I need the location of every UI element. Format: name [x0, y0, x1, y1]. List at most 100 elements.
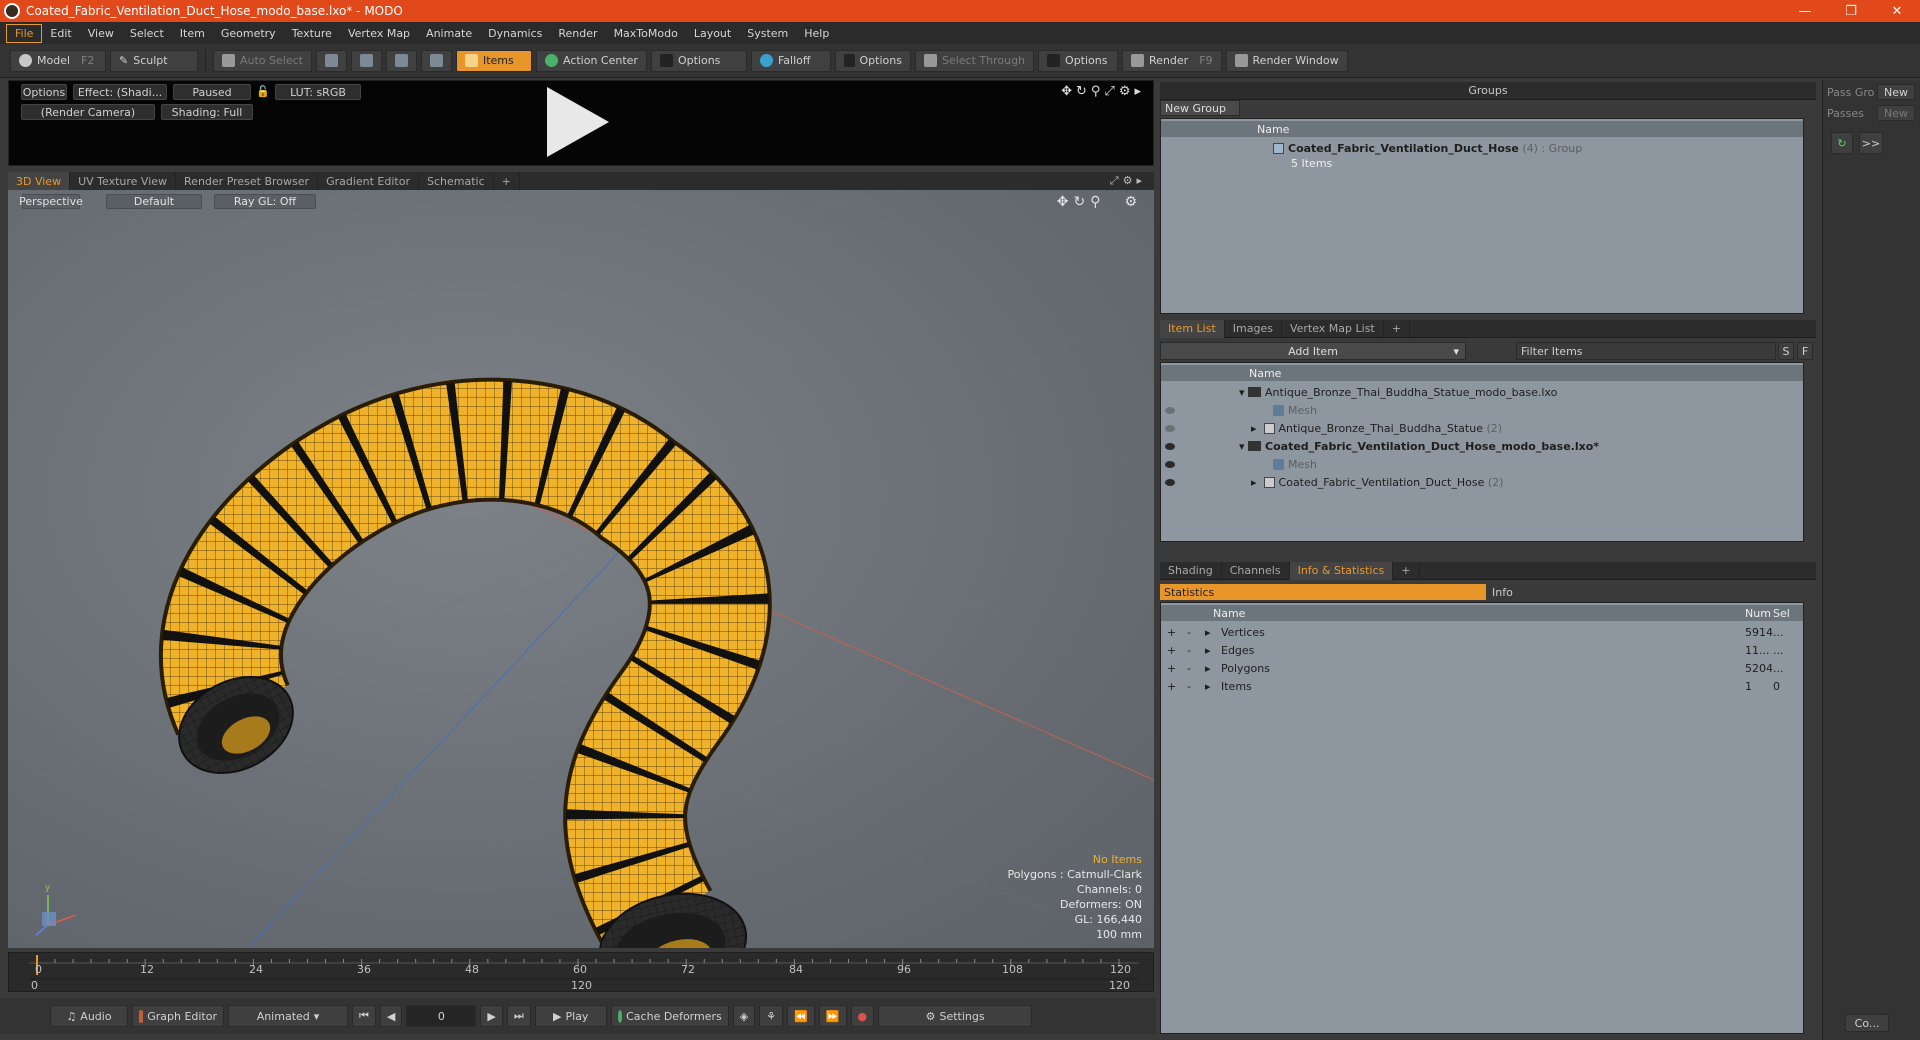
lock-icon[interactable]: 🔓	[256, 85, 270, 98]
minus-icon[interactable]: -	[1187, 680, 1191, 693]
f-filter-button[interactable]: F	[1797, 342, 1813, 360]
frame-input[interactable]: 0	[406, 1005, 477, 1027]
key-tool-2-button[interactable]: ⚘	[759, 1005, 784, 1027]
settings-button[interactable]: ⚙ Settings	[878, 1005, 1033, 1027]
visibility-eye-icon[interactable]	[1165, 478, 1175, 486]
refresh-button[interactable]: ↻	[1831, 132, 1853, 154]
stats-row-polygons[interactable]: + - ▸ Polygons 5204 ...	[1161, 659, 1803, 677]
menu-select[interactable]: Select	[122, 25, 172, 42]
tab-images[interactable]: Images	[1225, 319, 1282, 338]
add-stats-tab-button[interactable]: +	[1393, 561, 1420, 580]
lut-dropdown[interactable]: LUT: sRGB	[275, 84, 361, 100]
menu-view[interactable]: View	[80, 25, 122, 42]
menu-maxtomodo[interactable]: MaxToModo	[606, 25, 686, 42]
menu-item[interactable]: Item	[172, 25, 213, 42]
model-mode-button[interactable]: Model F2	[10, 49, 106, 72]
tab-3d-view[interactable]: 3D View	[8, 172, 71, 190]
tab-item-list[interactable]: Item List	[1160, 319, 1225, 338]
action-center-button[interactable]: Action Center	[535, 49, 647, 72]
3d-viewport[interactable]: y Perspective Default Ray GL: Off ✥↻⚲ ⚙ …	[8, 190, 1154, 948]
shading-dropdown[interactable]: Shading: Full	[161, 104, 253, 120]
default-style-dropdown[interactable]: Default	[106, 194, 202, 209]
minus-icon[interactable]: -	[1187, 626, 1191, 639]
menu-texture[interactable]: Texture	[284, 25, 340, 42]
record-button[interactable]: ●	[850, 1005, 875, 1027]
go-to-start-button[interactable]: ⏮	[352, 1005, 376, 1027]
menu-help[interactable]: Help	[796, 25, 837, 42]
polygons-mode-button[interactable]	[385, 49, 417, 72]
tab-gradient-editor[interactable]: Gradient Editor	[318, 172, 419, 190]
auto-select-button[interactable]: Auto Select	[213, 49, 312, 72]
timeline[interactable]: 0 12 24 36 48 60 72 84 96 108 120 0 120 …	[8, 952, 1154, 992]
expand-button[interactable]: >>	[1859, 132, 1883, 154]
sculpt-mode-button[interactable]: ✎ Sculpt	[110, 49, 198, 72]
co-button[interactable]: Co...	[1845, 1014, 1889, 1032]
add-tab-button[interactable]: +	[494, 172, 520, 190]
info-tab[interactable]: Info	[1488, 584, 1814, 600]
graph-editor-button[interactable]: Graph Editor	[132, 1005, 224, 1027]
stats-row-vertices[interactable]: + - ▸ Vertices 5914 ...	[1161, 623, 1803, 641]
step-back-button[interactable]: ◀	[379, 1005, 403, 1027]
camera-dropdown[interactable]: (Render Camera)	[21, 104, 155, 120]
item-row-hose-scene[interactable]: ▾ Coated_Fabric_Ventilation_Duct_Hose_mo…	[1161, 437, 1803, 455]
materials-mode-button[interactable]	[420, 49, 452, 72]
maximize-icon[interactable]: ⤢	[1104, 84, 1118, 99]
render-button[interactable]: Render F9	[1122, 49, 1222, 72]
plus-icon[interactable]: +	[1167, 680, 1176, 693]
orbit-icon[interactable]: ↻	[1074, 194, 1091, 210]
close-button[interactable]: ✕	[1874, 4, 1920, 19]
stats-row-edges[interactable]: + - ▸ Edges 11... ...	[1161, 641, 1803, 659]
tab-schematic[interactable]: Schematic	[419, 172, 494, 190]
menu-vertex-map[interactable]: Vertex Map	[340, 25, 418, 42]
minimize-button[interactable]: —	[1782, 4, 1828, 19]
prev-key-button[interactable]: ⏪	[787, 1005, 815, 1027]
play-button[interactable]: ▶ Play	[534, 1005, 607, 1027]
plus-icon[interactable]: +	[1167, 626, 1176, 639]
key-tool-1-button[interactable]: ◈	[732, 1005, 756, 1027]
zoom-icon[interactable]: ⚲	[1090, 194, 1105, 210]
gear-icon[interactable]: ⚙	[1119, 84, 1135, 99]
viewport-gear-icon[interactable]: ⚙	[1124, 194, 1142, 210]
statistics-tab[interactable]: Statistics	[1160, 584, 1486, 600]
play-preview-icon[interactable]	[547, 87, 609, 157]
tab-channels[interactable]: Channels	[1222, 561, 1290, 580]
viewport-tab-tools[interactable]: ⤢⚙▸	[1110, 174, 1146, 188]
render-window-button[interactable]: Render Window	[1225, 49, 1348, 72]
audio-button[interactable]: ♫ Audio	[50, 1005, 128, 1027]
cache-deformers-button[interactable]: Cache Deformers	[610, 1005, 729, 1027]
add-item-tab-button[interactable]: +	[1384, 319, 1410, 338]
menu-dynamics[interactable]: Dynamics	[480, 25, 550, 42]
minus-icon[interactable]: -	[1187, 662, 1191, 675]
select-through-button[interactable]: Select Through	[914, 49, 1035, 72]
new-pass-group-button[interactable]: New	[1877, 84, 1915, 100]
move-icon[interactable]: ✥	[1061, 84, 1076, 99]
plus-icon[interactable]: +	[1167, 662, 1176, 675]
minus-icon[interactable]: -	[1187, 644, 1191, 657]
plus-icon[interactable]: +	[1167, 644, 1176, 657]
menu-render[interactable]: Render	[550, 25, 605, 42]
rotate-icon[interactable]: ↻	[1076, 84, 1091, 99]
raygl-dropdown[interactable]: Ray GL: Off	[214, 194, 316, 209]
visibility-eye-icon[interactable]	[1165, 424, 1175, 432]
add-item-button[interactable]: Add Item ▾	[1160, 342, 1466, 360]
item-row-buddha-mesh[interactable]: Mesh	[1161, 401, 1803, 419]
menu-file[interactable]: File	[6, 23, 43, 43]
edges-mode-button[interactable]	[350, 49, 382, 72]
menu-animate[interactable]: Animate	[418, 25, 480, 42]
perspective-dropdown[interactable]: Perspective	[19, 194, 83, 209]
item-row-buddha-scene[interactable]: ▾ Antique_Bronze_Thai_Buddha_Statue_modo…	[1161, 383, 1803, 401]
menu-edit[interactable]: Edit	[42, 25, 79, 42]
tab-uv-texture-view[interactable]: UV Texture View	[70, 172, 177, 190]
stats-row-items[interactable]: + - ▸ Items 1 0	[1161, 677, 1803, 695]
preview-options-button[interactable]: Options	[21, 84, 67, 100]
tab-render-preset-browser[interactable]: Render Preset Browser	[176, 172, 319, 190]
filter-items-input[interactable]: Filter Items	[1516, 342, 1776, 360]
tab-info-statistics[interactable]: Info & Statistics	[1289, 561, 1394, 580]
arrow-right-icon[interactable]: ▸	[1134, 84, 1145, 99]
new-group-button[interactable]: New Group	[1160, 100, 1240, 116]
pan-icon[interactable]: ✥	[1057, 194, 1074, 210]
item-row-hose-mesh[interactable]: Mesh	[1161, 455, 1803, 473]
visibility-eye-icon[interactable]	[1165, 442, 1175, 450]
effect-dropdown[interactable]: Effect: (Shadi...	[73, 84, 167, 100]
new-pass-button[interactable]: New	[1877, 105, 1915, 121]
